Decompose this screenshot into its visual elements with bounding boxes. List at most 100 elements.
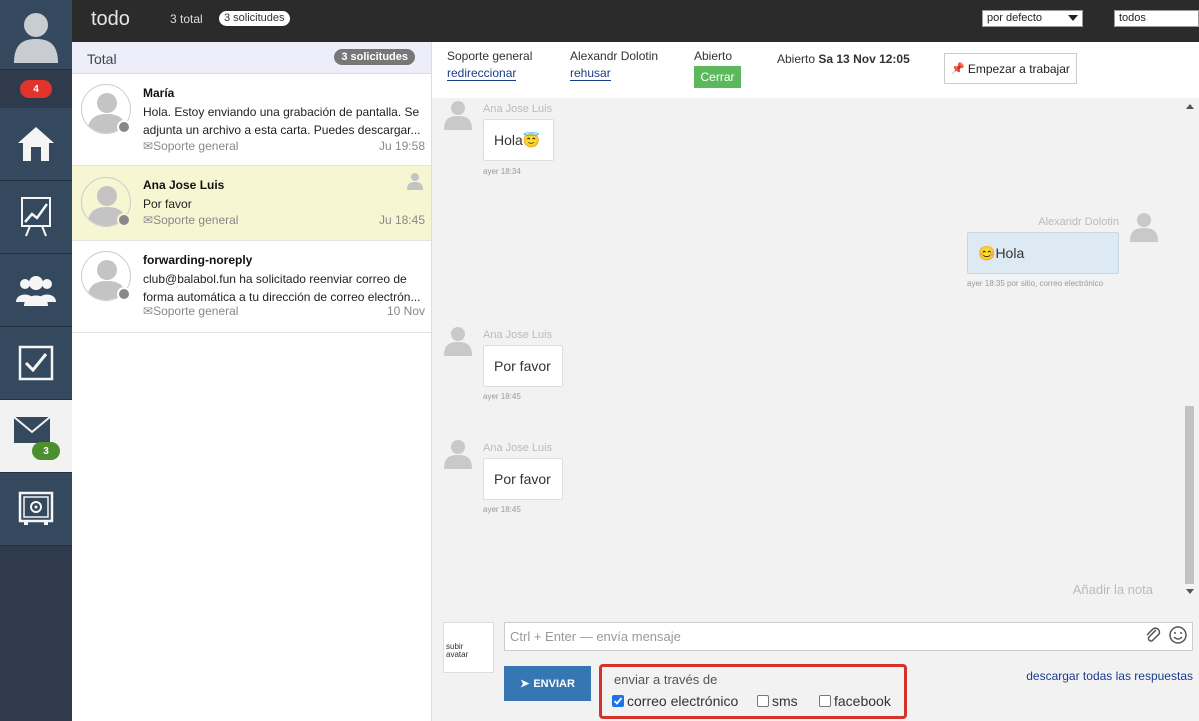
envelope-icon: ✉ <box>143 213 154 227</box>
channel-facebook-checkbox[interactable]: facebook <box>819 693 891 709</box>
sidebar: 4 3 <box>0 0 72 721</box>
sender-avatar-icon <box>444 101 472 130</box>
users-icon <box>16 276 56 306</box>
home-icon <box>18 127 54 161</box>
user-silhouette-icon <box>14 12 58 63</box>
send-button[interactable]: ➤ ENVIAR <box>504 666 591 701</box>
sender-avatar-icon <box>444 440 472 469</box>
envelope-icon: ✉ <box>143 139 154 153</box>
smiling-halo-emoji-icon: 😇 <box>522 131 541 148</box>
message-author: Alexandr Dolotin <box>1038 216 1119 228</box>
add-note-link[interactable]: Añadir la nota <box>1073 582 1153 597</box>
conversation-time: Ju 19:58 <box>378 139 425 153</box>
message-author: Ana Jose Luis <box>483 442 553 454</box>
refuse-link[interactable]: rehusar <box>570 67 611 81</box>
conversation-dept: ✉Soporte general <box>143 213 239 227</box>
message-bubble: Por favor <box>483 458 563 500</box>
upload-avatar[interactable]: subir avatar <box>443 622 494 673</box>
sidebar-item-home[interactable] <box>0 108 72 181</box>
mail-icon <box>13 416 51 443</box>
conversation-list: Total 3 solicitudes María Hola. Estoy en… <box>72 42 432 721</box>
upload-avatar-label: subir avatar <box>446 642 469 659</box>
list-count-badge: 3 solicitudes <box>334 49 415 65</box>
scroll-down-icon[interactable] <box>1186 589 1194 594</box>
smiling-emoji-icon: 😊 <box>978 244 996 261</box>
thread-scrollbar[interactable] <box>1185 98 1194 601</box>
ticket-status: Abierto <box>694 49 733 63</box>
pin-icon: 📌 <box>951 63 965 75</box>
checkbox-icon <box>18 345 54 381</box>
message-author: Ana Jose Luis <box>483 329 553 341</box>
unchecked-icon[interactable] <box>757 695 769 707</box>
message-bubble: Hola 😇 <box>483 119 554 161</box>
requests-count-badge: 3 solicitudes <box>219 11 290 26</box>
sidebar-item-tasks[interactable] <box>0 327 72 400</box>
send-via-group: enviar a través de correo electrónico sm… <box>599 664 907 719</box>
scroll-thumb[interactable] <box>1185 406 1194 584</box>
conversation-dept: ✉Soporte general <box>143 304 239 318</box>
ticket-agent: Alexandr Dolotin <box>570 49 659 63</box>
unchecked-icon[interactable] <box>819 695 831 707</box>
sort-select-value: por defecto <box>987 12 1043 24</box>
chart-board-icon <box>21 197 51 237</box>
conversation-time: Ju 18:45 <box>378 213 425 227</box>
conversation-preview: Por favor <box>143 197 192 211</box>
conversation-name: Ana Jose Luis <box>143 178 225 192</box>
send-via-title: enviar a través de <box>614 672 718 687</box>
redirect-link[interactable]: redireccionar <box>447 67 517 81</box>
paperclip-icon[interactable] <box>1144 626 1162 644</box>
emoji-icon[interactable] <box>1169 626 1187 644</box>
conversation-name: María <box>143 86 175 100</box>
envelope-icon: ✉ <box>143 304 154 318</box>
top-bar: todo 3 total 3 solicitudes por defecto t… <box>72 0 1199 42</box>
assigned-agent-icon <box>407 173 423 190</box>
conversation-dept: ✉Soporte general <box>143 139 239 153</box>
ticket-pane: Soporte general redireccionar Alexandr D… <box>432 42 1199 721</box>
conversation-item[interactable]: María Hola. Estoy enviando una grabación… <box>72 74 431 166</box>
scroll-up-icon[interactable] <box>1186 104 1194 109</box>
list-header: Total 3 solicitudes <box>72 42 431 74</box>
channel-sms-checkbox[interactable]: sms <box>757 693 798 709</box>
ticket-info-bar: Soporte general redireccionar Alexandr D… <box>432 42 1199 98</box>
checked-icon[interactable] <box>612 695 624 707</box>
safe-settings-icon <box>18 491 54 525</box>
sidebar-item-clients[interactable] <box>0 254 72 327</box>
sort-select[interactable]: por defecto <box>982 10 1083 27</box>
message-time: ayer 18:45 <box>483 505 521 514</box>
sidebar-item-settings[interactable] <box>0 473 72 546</box>
user-avatar[interactable] <box>0 0 72 70</box>
message-author: Ana Jose Luis <box>483 103 553 115</box>
message-input[interactable]: Ctrl + Enter — envía mensaje <box>504 622 1193 651</box>
conversation-time: 10 Nov <box>386 304 425 318</box>
notification-badge[interactable]: 4 <box>20 80 52 98</box>
presence-status-icon <box>117 213 131 227</box>
ticket-dept: Soporte general <box>447 49 533 63</box>
message-bubble: Por favor <box>483 345 563 387</box>
message-time: ayer 18:34 <box>483 167 521 176</box>
filter-input[interactable]: todos <box>1114 10 1199 27</box>
message-time: ayer 18:35 por sitio, correo electrónico <box>967 279 1104 288</box>
ticket-opened: Abierto Sa 13 Nov 12:05 <box>777 52 910 66</box>
start-work-button[interactable]: 📌 Empezar a trabajar <box>944 53 1077 84</box>
close-ticket-button[interactable]: Cerrar <box>694 66 741 88</box>
conversation-preview: Hola. Estoy enviando una grabación de pa… <box>143 105 421 137</box>
presence-status-icon <box>117 120 131 134</box>
message-bubble-own: 😊 Hola <box>967 232 1119 274</box>
total-count: 3 total <box>170 12 203 26</box>
channel-email-checkbox[interactable]: correo electrónico <box>612 693 738 709</box>
conversation-item[interactable]: forwarding-noreply club@balabol.fun ha s… <box>72 241 431 333</box>
sidebar-item-reports[interactable] <box>0 181 72 254</box>
sidebar-item-mail[interactable]: 3 <box>0 400 72 473</box>
message-time: ayer 18:45 <box>483 392 521 401</box>
conversation-name: forwarding-noreply <box>143 253 253 267</box>
agent-avatar-icon <box>1130 213 1158 242</box>
list-header-label: Total <box>87 51 117 67</box>
chevron-down-icon <box>1068 15 1078 21</box>
composer: subir avatar Ctrl + Enter — envía mensaj… <box>432 601 1199 721</box>
download-all-link[interactable]: descargar todas las respuestas <box>1026 669 1193 683</box>
page-title: todo <box>91 8 130 30</box>
message-thread[interactable]: Ana Jose Luis Hola 😇 ayer 18:34 Alexandr … <box>432 98 1199 601</box>
conversation-item-selected[interactable]: Ana Jose Luis Por favor ✉Soporte general… <box>72 166 431 241</box>
sender-avatar-icon <box>444 327 472 356</box>
presence-status-icon <box>117 287 131 301</box>
